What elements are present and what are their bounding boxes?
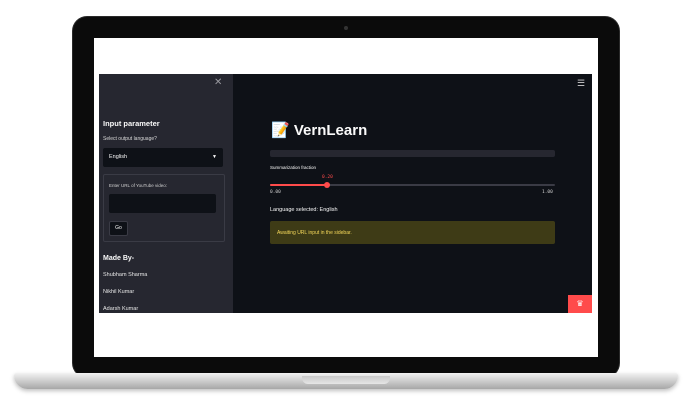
page-title-text: VernLearn (293, 122, 368, 139)
webcam-icon (344, 26, 348, 30)
url-input[interactable] (109, 194, 216, 213)
language-select-value: English (109, 154, 128, 160)
url-form: Enter URL of YouTube video: Go (103, 174, 225, 242)
author-item: Adarsh Kumar (103, 306, 139, 312)
chevron-down-icon: ▼ (212, 154, 217, 160)
sidebar-title: Input parameter (103, 119, 160, 128)
warning-alert-text: Awaiting URL input in the sidebar. (277, 230, 352, 236)
memo-icon: 📝 (271, 122, 290, 139)
language-selected-text: Language selected: English (270, 207, 338, 213)
sidebar: ✕ Input parameter Select output language… (99, 74, 233, 313)
warning-alert: Awaiting URL input in the sidebar. (270, 221, 555, 244)
hamburger-menu-icon[interactable]: ☰ (577, 78, 585, 89)
author-item: Shubham Sharma (103, 272, 148, 278)
go-button[interactable]: Go (109, 221, 128, 236)
slider-min: 0.00 (270, 190, 281, 195)
slider-value: 0.20 (322, 175, 333, 180)
slider-max: 1.00 (542, 190, 553, 195)
close-icon[interactable]: ✕ (214, 77, 222, 88)
app-window: ✕ Input parameter Select output language… (99, 74, 592, 313)
author-item: Nikhil Kumar (103, 289, 135, 295)
summarization-slider[interactable] (270, 182, 555, 188)
crown-icon[interactable]: ♛ (568, 295, 592, 313)
url-label: Enter URL of YouTube video: (109, 183, 167, 188)
laptop-notch (302, 376, 390, 384)
page-title: 📝 VernLearn (271, 121, 367, 139)
slider-thumb[interactable] (324, 182, 330, 188)
slider-label: Summarization fraction (270, 165, 317, 170)
slider-fill (270, 184, 327, 186)
progress-bar (270, 150, 555, 157)
language-select[interactable]: English ▼ (103, 148, 223, 167)
language-label: Select output language? (103, 136, 157, 142)
made-by-heading: Made By- (103, 255, 135, 262)
